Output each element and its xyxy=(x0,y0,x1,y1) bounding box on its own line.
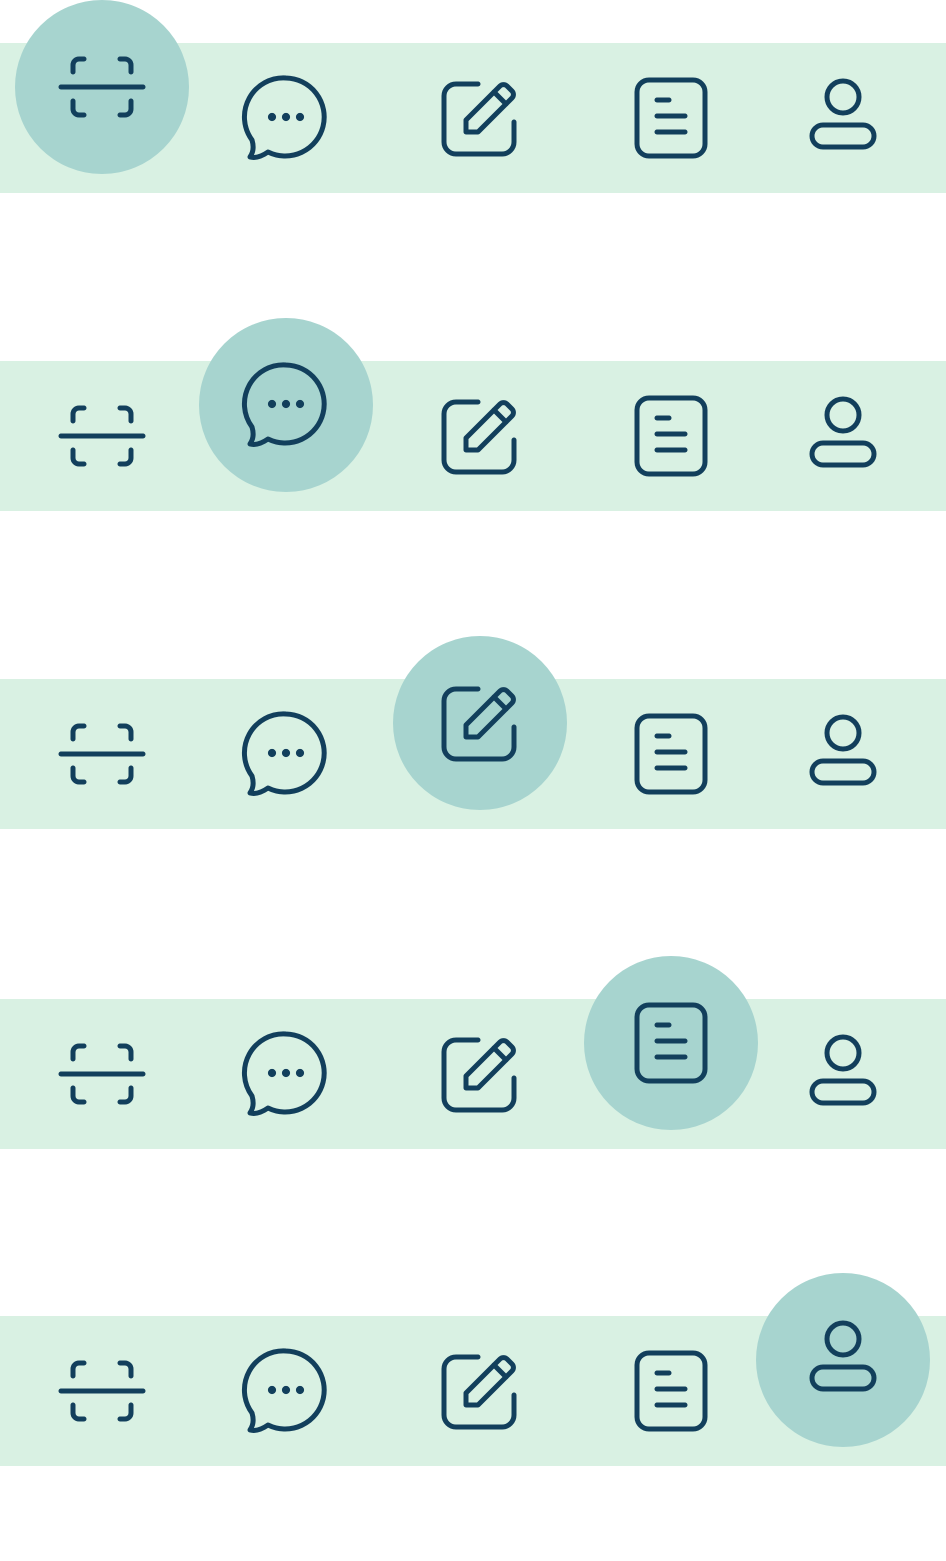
chat-bubble-icon xyxy=(238,1343,334,1439)
bottom-navbar-scan-selected xyxy=(0,0,946,193)
document-icon xyxy=(623,70,719,166)
chat-bubble-icon xyxy=(238,357,334,453)
document-icon xyxy=(623,1343,719,1439)
edit-pencil-icon xyxy=(432,1343,528,1439)
scan-icon xyxy=(54,39,150,135)
user-icon xyxy=(795,388,891,484)
edit-pencil-icon xyxy=(432,70,528,166)
scan-icon xyxy=(54,706,150,802)
document-icon xyxy=(623,995,719,1091)
document-icon xyxy=(623,388,719,484)
chat-bubble-icon xyxy=(238,1026,334,1122)
bottom-navbar-document-selected xyxy=(0,956,946,1149)
edit-pencil-icon xyxy=(432,675,528,771)
chat-bubble-icon xyxy=(238,706,334,802)
bottom-navbar-chat-selected xyxy=(0,318,946,511)
scan-icon xyxy=(54,1026,150,1122)
user-icon xyxy=(795,706,891,802)
bottom-navbar-profile-selected xyxy=(0,1273,946,1466)
scan-icon xyxy=(54,388,150,484)
document-icon xyxy=(623,706,719,802)
edit-pencil-icon xyxy=(432,388,528,484)
user-icon xyxy=(795,1026,891,1122)
chat-bubble-icon xyxy=(238,70,334,166)
scan-icon xyxy=(54,1343,150,1439)
user-icon xyxy=(795,1312,891,1408)
bottom-navbar-edit-selected xyxy=(0,636,946,829)
user-icon xyxy=(795,70,891,166)
edit-pencil-icon xyxy=(432,1026,528,1122)
